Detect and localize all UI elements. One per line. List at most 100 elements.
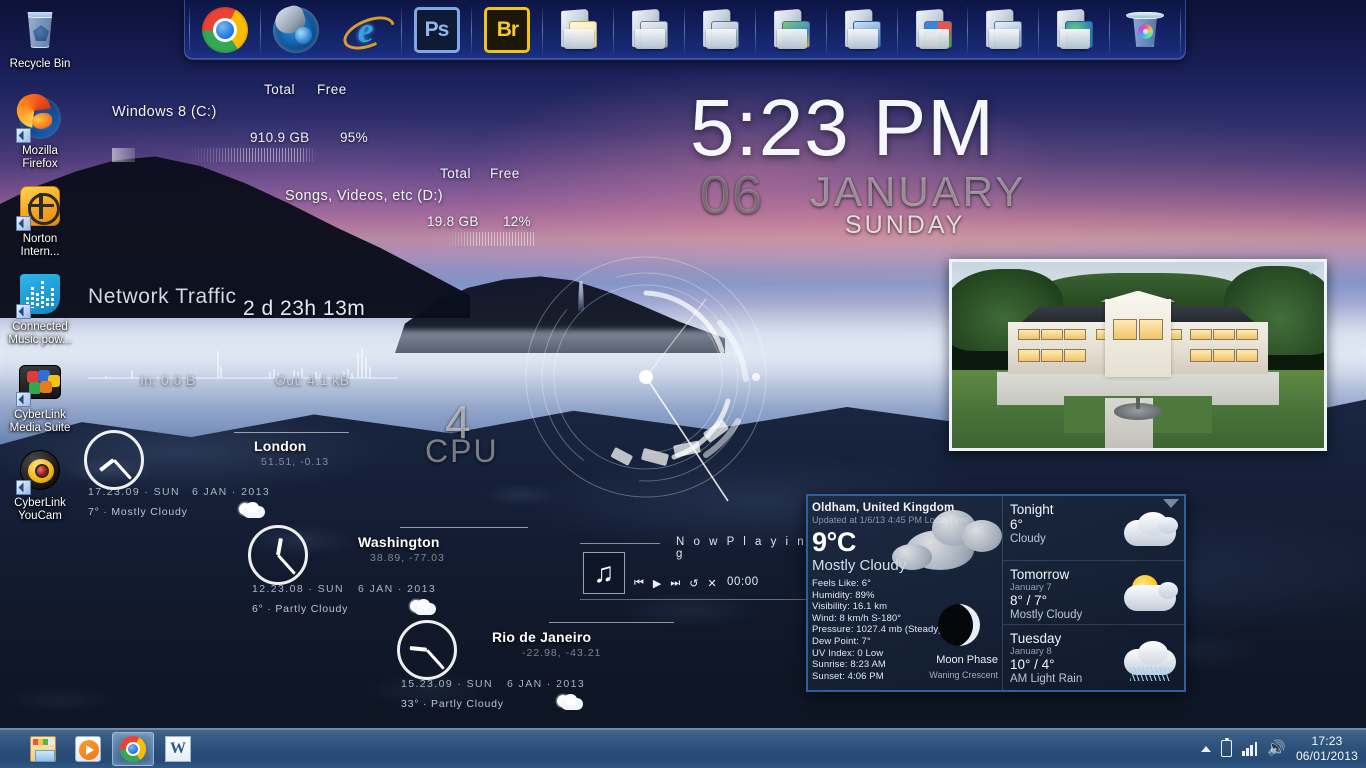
world-clock-coords: 38.89, -77.03 — [370, 552, 445, 564]
taskbar-item-file-explorer[interactable] — [22, 732, 64, 766]
moon-phase-icon — [938, 604, 980, 646]
top-dock[interactable]: e Ps Br — [184, 0, 1186, 60]
repeat-button[interactable]: ↺ — [689, 577, 698, 590]
world-clock-condition: 6° · Partly Cloudy — [252, 603, 349, 615]
disk-label: Windows 8 (C:) — [112, 104, 217, 120]
photo-fountain — [1113, 396, 1163, 421]
desktop-icon-connected-music[interactable]: Connected Music pow... — [0, 271, 80, 347]
dock-item-computer-folder[interactable] — [827, 4, 897, 56]
taskbar[interactable]: W 🔊 17:23 06/01/2013 — [0, 728, 1366, 768]
dock-separator — [1180, 5, 1182, 54]
equalizer-icon — [16, 271, 64, 319]
youcam-icon — [16, 447, 64, 495]
dock-item-media-player[interactable] — [261, 4, 331, 56]
album-art-placeholder: ♫ — [583, 552, 625, 594]
dock-item-adobe-photoshop[interactable]: Ps — [402, 4, 472, 56]
previous-button[interactable]: ⏮ — [634, 577, 644, 590]
show-hidden-icons-arrow[interactable] — [1201, 745, 1212, 752]
tray-time: 17:23 — [1311, 733, 1343, 748]
recycle-bin-icon — [1122, 7, 1168, 53]
volume-icon[interactable]: 🔊 — [1267, 741, 1286, 756]
dock-item-recycle-bin[interactable] — [1110, 4, 1180, 56]
taskbar-item-microsoft-word[interactable]: W — [157, 732, 199, 766]
dock-item-adobe-bridge[interactable]: Br — [472, 4, 542, 56]
world-clock-date: 6 JAN · 2013 — [507, 678, 586, 690]
mostly-cloudy-icon — [239, 500, 265, 518]
wallpaper-lighthouse — [578, 281, 584, 311]
chevron-down-icon[interactable] — [1302, 265, 1320, 275]
desktop-icon-cyberlink-media-suite[interactable]: CyberLink Media Suite — [0, 359, 80, 435]
now-playing-rule-bottom — [580, 599, 808, 600]
world-clock-washington: Washington 38.89, -77.03 12.23.08 · SUN … — [248, 525, 628, 620]
weather-current-panel: Oldham, United Kingdom Updated at 1/6/13… — [808, 496, 1002, 690]
world-clock-coords: 51.51, -0.13 — [261, 456, 330, 468]
desktop[interactable]: Recycle Bin Mozilla Firefox Norton Inter… — [0, 0, 1366, 768]
world-clock-london: London 51.51, -0.13 17.23.09 · SUN 6 JAN… — [84, 430, 464, 525]
clock-time: 5:23 PM — [690, 83, 995, 172]
world-clock-condition: 7° · Mostly Cloudy — [88, 506, 188, 518]
wallpaper-headland-mid — [395, 276, 725, 353]
folder-printers-icon — [626, 7, 672, 53]
forecast-tomorrow[interactable]: Tomorrow January 7 8° / 7° Mostly Cloudy — [1003, 561, 1184, 626]
world-clock-coords: -22.98, -43.21 — [522, 647, 602, 659]
desktop-icon-label: Connected Music pow... — [8, 321, 72, 346]
world-clock-time: 12.23.08 · SUN — [252, 583, 344, 595]
taskbar-item-windows-media-player[interactable] — [67, 732, 109, 766]
dock-item-control-panel-folder[interactable] — [968, 4, 1038, 56]
desktop-icon-norton-internet[interactable]: Norton Intern... — [0, 183, 80, 259]
disk-total-header: Total — [264, 82, 296, 97]
world-clock-rule — [234, 432, 349, 433]
play-button[interactable]: ▶ — [653, 577, 661, 590]
forecast-tuesday[interactable]: Tuesday January 8 10° / 4° AM Light Rain — [1003, 625, 1184, 690]
puzzle-icon — [16, 359, 64, 407]
dock-item-internet-explorer[interactable]: e — [331, 4, 401, 56]
dock-item-printers-folder[interactable] — [614, 4, 684, 56]
forecast-tonight[interactable]: Tonight 6° Cloudy — [1003, 496, 1184, 561]
disk-total-value: 19.8 GB — [427, 214, 479, 229]
shuffle-button[interactable]: ✕ — [708, 577, 717, 590]
tray-clock[interactable]: 17:23 06/01/2013 — [1296, 734, 1358, 764]
bridge-icon: Br — [484, 6, 531, 53]
world-clock-date: 6 JAN · 2013 — [192, 486, 271, 498]
media-controls[interactable]: ⏮ ▶ ⏭ ↺ ✕ — [634, 577, 717, 590]
now-playing-widget[interactable]: N o w P l a y i n g ♫ ⏮ ▶ ⏭ ↺ ✕ 00:00 — [580, 532, 808, 604]
dock-item-google-chrome[interactable] — [190, 4, 260, 56]
cpu-gauge-widget: 4 CPU — [425, 255, 790, 505]
clock-weekday: SUNDAY — [845, 211, 966, 239]
weather-detail-humidity: Humidity: 89% — [812, 589, 875, 601]
folder-network-icon — [1051, 7, 1097, 53]
photo-slideshow-widget[interactable] — [949, 259, 1327, 451]
explorer-icon — [30, 735, 56, 762]
cloudy-icon — [888, 504, 1008, 588]
firefox-icon — [16, 95, 64, 143]
desktop-icon-mozilla-firefox[interactable]: Mozilla Firefox — [0, 95, 80, 171]
world-clock-city: Rio de Janeiro — [492, 629, 592, 645]
dock-item-documents-folder[interactable] — [543, 4, 613, 56]
next-button[interactable]: ⏭ — [670, 577, 680, 590]
dock-item-devices-folder[interactable] — [685, 4, 755, 56]
disk-usage-bar — [285, 232, 535, 246]
desktop-icon-recycle-bin[interactable]: Recycle Bin — [0, 8, 80, 71]
disk-free-value: 12% — [503, 214, 531, 229]
system-tray[interactable]: 🔊 17:23 06/01/2013 — [1201, 734, 1366, 764]
network-title: Network Traffic — [88, 285, 237, 308]
taskbar-buttons[interactable]: W — [22, 731, 199, 766]
cpu-gauge-rings — [525, 256, 767, 502]
taskbar-item-google-chrome[interactable] — [112, 731, 154, 766]
network-graph — [88, 348, 398, 379]
dock-item-network-folder[interactable] — [1039, 4, 1109, 56]
world-clock-rule — [549, 622, 674, 623]
photoshop-icon: Ps — [413, 6, 460, 53]
analog-clock-icon — [248, 525, 308, 585]
moon-phase-label: Moon Phase — [936, 654, 998, 666]
dragon-icon — [272, 6, 319, 53]
battery-icon[interactable] — [1221, 737, 1233, 757]
signal-bars-icon[interactable] — [1242, 741, 1258, 756]
desktop-icon-cyberlink-youcam[interactable]: CyberLink YouCam — [0, 447, 80, 523]
dock-item-programs-folder[interactable] — [898, 4, 968, 56]
dock-item-pictures-folder[interactable] — [756, 4, 826, 56]
folder-pictures-icon — [768, 7, 814, 53]
weather-widget[interactable]: Oldham, United Kingdom Updated at 1/6/13… — [806, 494, 1186, 692]
wmp-icon — [75, 735, 101, 762]
desktop-icon-label: Recycle Bin — [9, 58, 71, 70]
